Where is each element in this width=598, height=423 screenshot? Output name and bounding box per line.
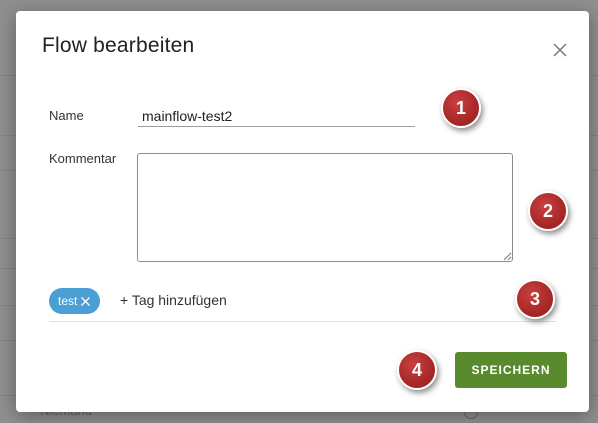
comment-textarea[interactable] bbox=[137, 153, 513, 262]
save-button[interactable]: SPEICHERN bbox=[455, 352, 567, 388]
tags-divider bbox=[49, 321, 557, 322]
tag-label: test bbox=[58, 294, 78, 308]
tag-chip[interactable]: test bbox=[49, 288, 101, 314]
comment-label: Kommentar bbox=[49, 151, 117, 166]
step-marker: 1 bbox=[441, 88, 481, 128]
name-input[interactable] bbox=[138, 105, 415, 127]
edit-flow-dialog: Flow bearbeiten Name Kommentar test + Ta… bbox=[16, 11, 589, 412]
close-icon bbox=[553, 43, 567, 57]
close-icon[interactable] bbox=[80, 296, 91, 307]
step-marker: 3 bbox=[515, 279, 555, 319]
add-tag-link[interactable]: + Tag hinzufügen bbox=[120, 292, 227, 308]
resize-grip-icon[interactable] bbox=[503, 252, 512, 261]
name-label: Name bbox=[49, 108, 84, 123]
step-marker: 4 bbox=[397, 350, 437, 390]
close-button[interactable] bbox=[549, 39, 571, 61]
dialog-title: Flow bearbeiten bbox=[42, 34, 195, 57]
step-marker: 2 bbox=[528, 191, 568, 231]
